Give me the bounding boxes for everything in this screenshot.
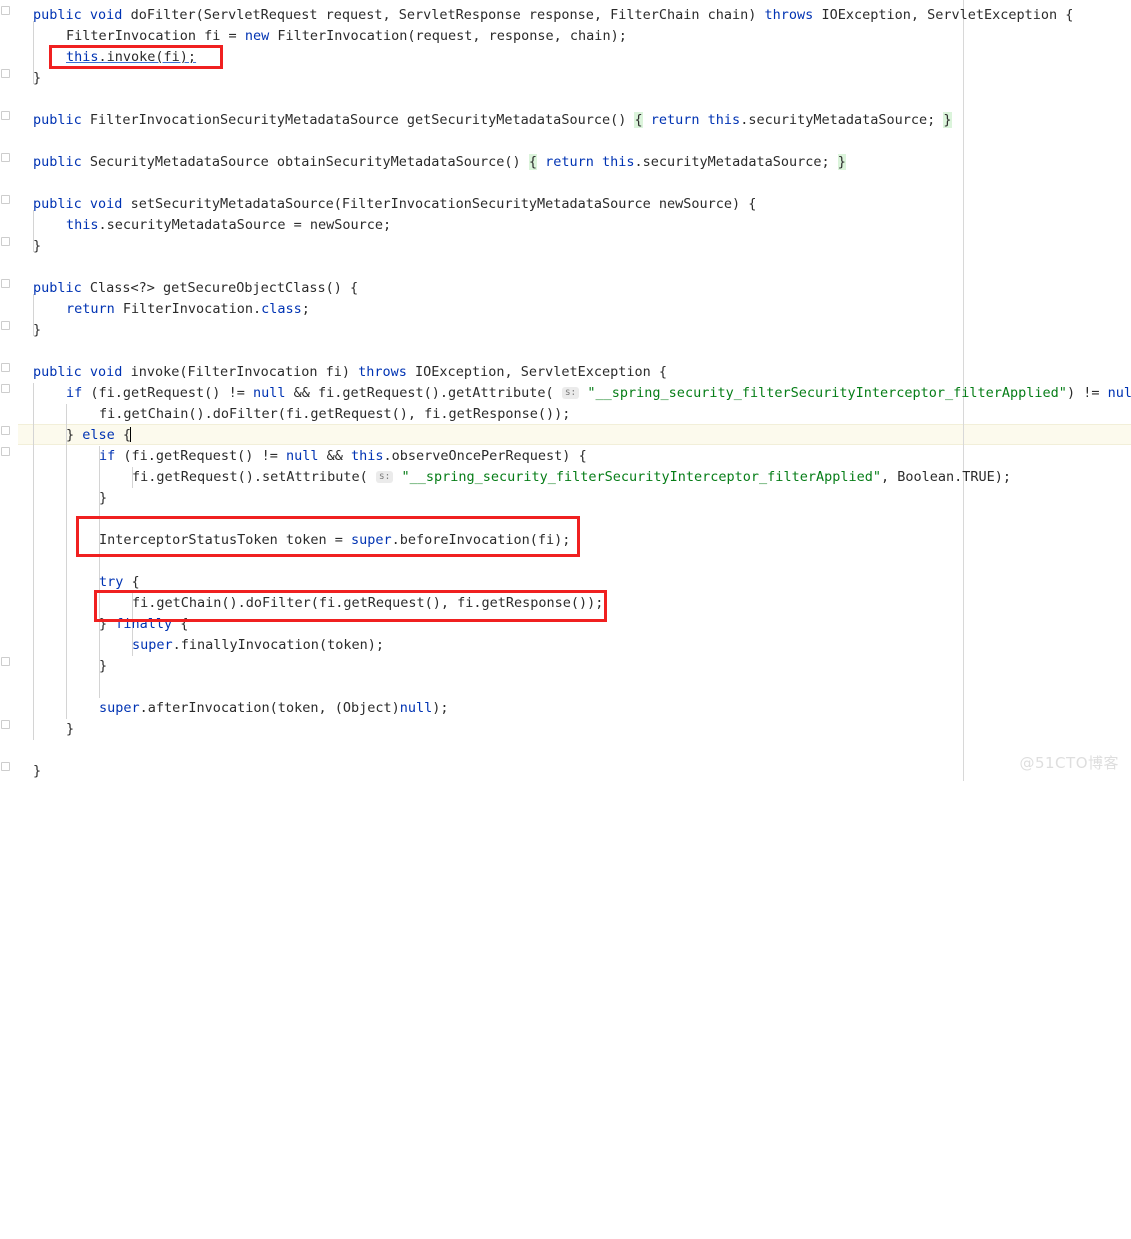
gutter-fold-marker[interactable] bbox=[1, 384, 10, 393]
code-line[interactable]: } finally { bbox=[99, 614, 188, 635]
gutter-fold-marker[interactable] bbox=[1, 363, 10, 372]
code-line[interactable]: try { bbox=[99, 572, 140, 593]
gutter-fold-marker[interactable] bbox=[1, 237, 10, 246]
code-line[interactable]: public void setSecurityMetadataSource(Fi… bbox=[33, 194, 756, 215]
code-line[interactable]: FilterInvocation fi = new FilterInvocati… bbox=[66, 26, 627, 47]
code-line[interactable]: public FilterInvocationSecurityMetadataS… bbox=[33, 110, 952, 131]
code-line[interactable]: fi.getRequest().setAttribute( s: "__spri… bbox=[132, 467, 1011, 488]
watermark: @51CTO博客 bbox=[1019, 754, 1119, 772]
parameter-hint: s: bbox=[561, 387, 580, 399]
gutter-fold-marker[interactable] bbox=[1, 321, 10, 330]
code-line[interactable]: } else { bbox=[66, 425, 132, 446]
gutter-fold-marker[interactable] bbox=[1, 153, 10, 162]
code-line[interactable]: this.securityMetadataSource = newSource; bbox=[66, 215, 391, 236]
gutter-fold-marker[interactable] bbox=[1, 111, 10, 120]
gutter-fold-marker[interactable] bbox=[1, 447, 10, 456]
gutter-fold-marker[interactable] bbox=[1, 6, 10, 15]
code-line[interactable]: return FilterInvocation.class; bbox=[66, 299, 310, 320]
gutter-fold-marker[interactable] bbox=[1, 720, 10, 729]
code-editor[interactable]: public void doFilter(ServletRequest requ… bbox=[0, 0, 1131, 781]
code-line[interactable]: } bbox=[33, 320, 41, 341]
code-line[interactable]: public void invoke(FilterInvocation fi) … bbox=[33, 362, 667, 383]
code-line[interactable]: fi.getChain().doFilter(fi.getRequest(), … bbox=[132, 593, 603, 614]
code-text-area[interactable]: public void doFilter(ServletRequest requ… bbox=[0, 0, 1131, 781]
parameter-hint: s: bbox=[375, 471, 394, 483]
code-line[interactable]: public Class<?> getSecureObjectClass() { bbox=[33, 278, 358, 299]
code-line[interactable]: public SecurityMetadataSource obtainSecu… bbox=[33, 152, 846, 173]
code-line[interactable]: } bbox=[99, 656, 107, 677]
editor-gutter[interactable] bbox=[0, 0, 18, 781]
gutter-fold-marker[interactable] bbox=[1, 195, 10, 204]
code-line[interactable]: } bbox=[33, 68, 41, 89]
code-line[interactable]: } bbox=[33, 761, 41, 782]
code-line[interactable]: } bbox=[66, 719, 74, 740]
code-line[interactable]: InterceptorStatusToken token = super.bef… bbox=[99, 530, 570, 551]
gutter-fold-marker[interactable] bbox=[1, 426, 10, 435]
gutter-fold-marker[interactable] bbox=[1, 657, 10, 666]
code-line[interactable]: fi.getChain().doFilter(fi.getRequest(), … bbox=[99, 404, 570, 425]
code-line[interactable]: super.afterInvocation(token, (Object)nul… bbox=[99, 698, 449, 719]
code-line[interactable]: } bbox=[33, 236, 41, 257]
code-line[interactable]: } bbox=[99, 488, 107, 509]
code-line[interactable]: if (fi.getRequest() != null && fi.getReq… bbox=[66, 383, 1131, 404]
gutter-fold-marker[interactable] bbox=[1, 69, 10, 78]
code-line[interactable]: public void doFilter(ServletRequest requ… bbox=[33, 5, 1073, 26]
text-caret bbox=[130, 427, 132, 442]
gutter-fold-marker[interactable] bbox=[1, 279, 10, 288]
code-line[interactable]: super.finallyInvocation(token); bbox=[132, 635, 384, 656]
gutter-fold-marker[interactable] bbox=[1, 762, 10, 771]
code-line[interactable]: if (fi.getRequest() != null && this.obse… bbox=[99, 446, 587, 467]
code-line[interactable]: this.invoke(fi); bbox=[66, 47, 196, 68]
